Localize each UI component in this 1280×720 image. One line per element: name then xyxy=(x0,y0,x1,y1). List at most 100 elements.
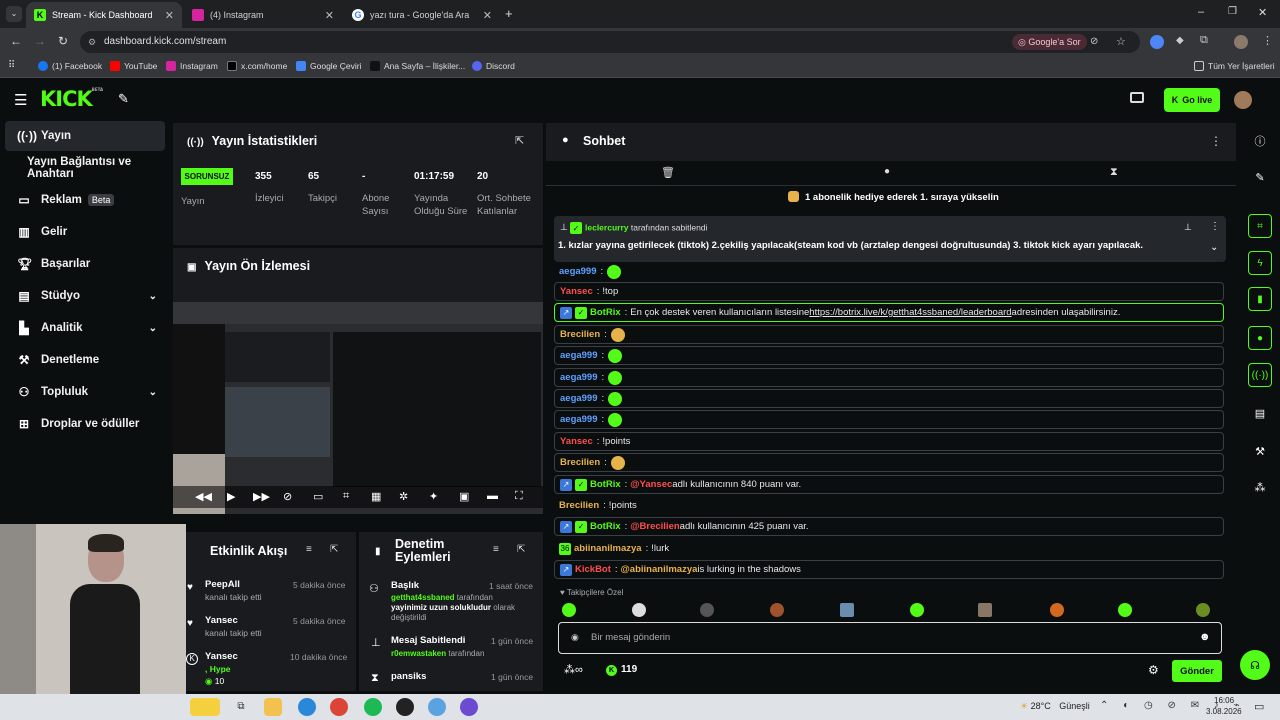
fullscreen-widget-button[interactable]: ⌗ xyxy=(1248,214,1272,238)
emote-icon[interactable] xyxy=(1118,603,1132,617)
forward-icon[interactable]: → xyxy=(34,34,46,48)
chat-username[interactable]: BotRix xyxy=(590,307,621,318)
chrome-icon[interactable] xyxy=(330,698,348,716)
app-icon[interactable] xyxy=(460,698,478,716)
tab-instagram[interactable]: (4) Instagram ✕ xyxy=(184,2,342,28)
clock-date[interactable]: 3.08.2026 xyxy=(1206,707,1242,716)
bookmark-google-translate[interactable]: Google Çeviri xyxy=(296,61,362,71)
filter-icon[interactable]: ≡ xyxy=(306,544,312,555)
sidebar-item-droplar[interactable]: ⊞ Droplar ve ödüller xyxy=(5,409,165,439)
site-info-icon[interactable]: ⚙ xyxy=(88,31,96,53)
mute-icon[interactable]: ⊘ xyxy=(283,490,292,503)
chat-mention[interactable]: @Brecilien xyxy=(630,521,679,532)
popout-icon[interactable]: ⇱ xyxy=(517,544,525,555)
tab-google[interactable]: G yazı tura - Google'da Ara ✕ xyxy=(344,2,500,28)
chat-message[interactable]: Yansec: !top xyxy=(554,282,1224,301)
chat-message[interactable]: aega999: xyxy=(554,368,1224,387)
keyboard-icon[interactable] xyxy=(1130,92,1144,103)
bookmark-star-icon[interactable]: ☆ xyxy=(1116,31,1126,53)
bookmark-instagram[interactable]: Instagram xyxy=(166,61,218,71)
extension-icon[interactable]: ◆ xyxy=(1176,35,1184,46)
eye-off-icon[interactable]: ⊘ xyxy=(1090,31,1098,53)
chat-menu-icon[interactable]: ⋮ xyxy=(1210,134,1222,148)
close-tab-icon[interactable]: ✕ xyxy=(483,9,492,22)
tab-list-button[interactable]: ⌄ xyxy=(6,6,22,22)
chat-message-input[interactable]: ◉ Bir mesaj gönderin ☻ xyxy=(558,622,1222,654)
emote-icon[interactable] xyxy=(1050,603,1064,617)
screenshot-icon[interactable]: ▦ xyxy=(371,490,381,503)
go-live-button[interactable]: K Go live xyxy=(1164,88,1220,112)
tab-kick-dashboard[interactable]: K Stream - Kick Dashboard ✕ xyxy=(26,2,182,28)
file-explorer-icon[interactable] xyxy=(264,698,282,716)
stream-preview-video[interactable] xyxy=(173,302,543,514)
chat-username[interactable]: BotRix xyxy=(590,521,621,532)
chat-mode-icon[interactable]: ● xyxy=(884,166,890,177)
users-icon[interactable]: ⁂ xyxy=(1250,477,1270,497)
forward-icon[interactable]: ▶▶ xyxy=(253,490,270,503)
chat-message[interactable]: ↗ ✓ BotRix: En çok destek veren kullanıcıl… xyxy=(554,303,1224,322)
camera-icon[interactable]: ▭ xyxy=(313,490,323,503)
chat-widget-button[interactable]: ● xyxy=(1248,326,1272,350)
clock-time[interactable]: 16:06 xyxy=(1214,696,1234,705)
extensions-puzzle-icon[interactable]: ⧉ xyxy=(1200,34,1208,47)
obs-icon[interactable] xyxy=(396,698,414,716)
chat-message[interactable]: aega999: xyxy=(554,346,1224,365)
chat-message[interactable]: aega999: xyxy=(554,262,1224,281)
page-widget-button[interactable]: ▮ xyxy=(1248,287,1272,311)
close-tab-icon[interactable]: ✕ xyxy=(325,9,334,22)
chat-settings-icon[interactable]: ⚙ xyxy=(1148,663,1159,677)
popout-icon[interactable]: ⇱ xyxy=(330,544,338,555)
chat-username[interactable]: KickBot xyxy=(575,564,611,575)
hamburger-menu-icon[interactable]: ☰ xyxy=(14,91,27,109)
sidebar-item-reklam[interactable]: ▭ Reklam Beta xyxy=(5,185,165,215)
sidebar-item-yayin[interactable]: ((·)) Yayın xyxy=(5,121,165,151)
browser-menu-icon[interactable]: ⋮ xyxy=(1262,34,1273,47)
cast-icon[interactable]: ▬ xyxy=(487,490,498,502)
pin-icon[interactable]: ✎ xyxy=(118,91,129,107)
unpin-icon[interactable]: ⊥ xyxy=(1184,222,1192,233)
chat-username[interactable]: Brecilien xyxy=(560,329,600,340)
chat-username[interactable]: BotRix xyxy=(590,479,621,490)
printer-icon[interactable]: ▤ xyxy=(1250,403,1270,423)
apps-grid-icon[interactable]: ⠿ xyxy=(8,60,15,71)
settings-icon[interactable]: ✲ xyxy=(399,490,408,503)
reload-icon[interactable]: ↻ xyxy=(58,34,68,48)
rewind-icon[interactable]: ◀◀ xyxy=(195,490,212,503)
chat-username[interactable]: Brecilien xyxy=(559,500,599,511)
bookmark-facebook[interactable]: (1) Facebook xyxy=(38,61,102,71)
info-icon[interactable]: ⓘ xyxy=(1250,131,1270,151)
bookmark-youtube[interactable]: YouTube xyxy=(110,61,157,71)
widgets-icon[interactable] xyxy=(190,698,220,716)
bookmark-discord[interactable]: Discord xyxy=(472,61,515,71)
emote-icon[interactable] xyxy=(1196,603,1210,617)
google-sor-button[interactable]: ◎ Google'a Sor xyxy=(1012,34,1087,50)
task-view-icon[interactable]: ⧉ xyxy=(232,698,250,716)
user-avatar[interactable] xyxy=(1234,91,1252,109)
kick-logo[interactable]: KICKBETA xyxy=(40,87,103,111)
chevron-down-icon[interactable]: ⌄ xyxy=(1210,242,1218,253)
bookmark-x[interactable]: x.com/home xyxy=(227,61,287,71)
channel-points[interactable]: K 119 xyxy=(606,664,637,676)
sidebar-item-studyo[interactable]: ▤ Stüdyo ⌄ xyxy=(5,281,165,311)
broadcast-widget-button[interactable]: ((·)) xyxy=(1248,363,1272,387)
sidebar-item-denetleme[interactable]: ⚒ Denetleme xyxy=(5,345,165,375)
emote-icon[interactable] xyxy=(632,603,646,617)
sidebar-item-analitik[interactable]: ▙ Analitik ⌄ xyxy=(5,313,165,343)
emote-icon[interactable] xyxy=(978,603,992,617)
pinned-message[interactable]: ⊥ ✓ leclercurry tarafından sabitlendi 1. … xyxy=(554,216,1226,262)
chat-message[interactable]: ↗ ✓ BotRix: @Yansec adlı kullanıcının 840 … xyxy=(554,475,1224,494)
chat-message[interactable]: Brecilien: !points xyxy=(554,496,1224,515)
play-icon[interactable]: ▶ xyxy=(227,490,235,503)
crop-icon[interactable]: ⌗ xyxy=(343,490,349,503)
emote-icon[interactable] xyxy=(770,603,784,617)
sidebar-item-topluluk[interactable]: ⚇ Topluluk ⌄ xyxy=(5,377,165,407)
chat-username[interactable]: aega999 xyxy=(560,372,598,383)
wrench-icon[interactable]: ⚒ xyxy=(1250,441,1270,461)
extension-icon[interactable] xyxy=(1150,35,1164,49)
weather-widget[interactable]: ☀ 28°C Güneşli xyxy=(1020,701,1090,712)
chat-username[interactable]: aega999 xyxy=(560,350,598,361)
pip-icon[interactable]: ▣ xyxy=(459,490,469,503)
emote-icon[interactable] xyxy=(840,603,854,617)
trash-icon[interactable]: 🗑︎ xyxy=(661,166,675,179)
edge-icon[interactable] xyxy=(298,698,316,716)
